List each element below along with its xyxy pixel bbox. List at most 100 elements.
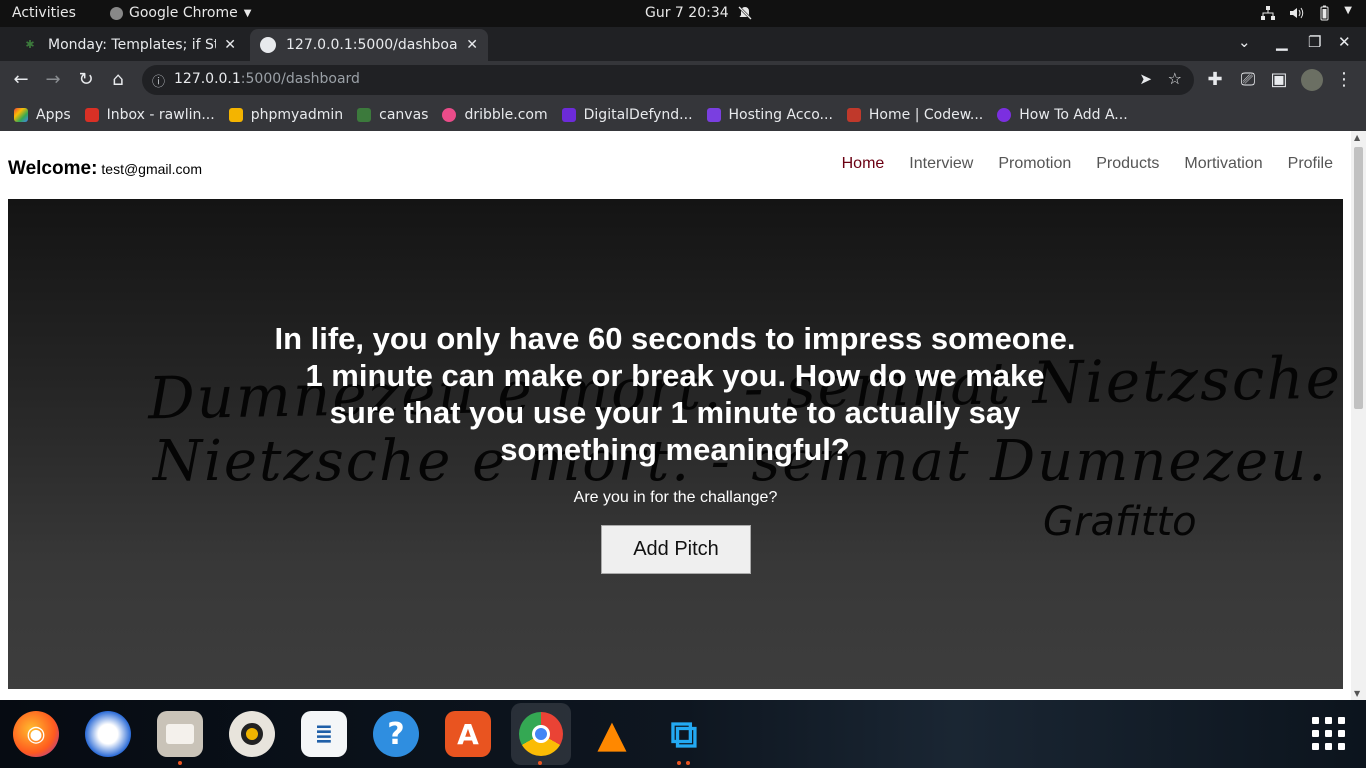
bookmark-label: Apps [36,107,71,123]
hero-subtitle: Are you in for the challange? [573,489,778,506]
bookmark-codewars[interactable]: Home | Codew... [846,107,984,123]
bookmark-apps[interactable]: Apps [14,107,71,123]
clock-label: Gur 7 20:34 [645,5,729,21]
cast-icon[interactable]: ⎚ [1237,69,1259,90]
app-center-icon[interactable]: A [445,711,491,757]
nav-profile[interactable]: Profile [1288,155,1333,173]
app-menu[interactable]: Google Chrome ▼ [110,5,251,21]
apps-grid-icon [14,108,28,122]
close-window-button[interactable]: ✕ [1338,33,1351,51]
site-navbar: Welcome: test@gmail.com Home Interview Pr… [0,131,1351,199]
url-path: :5000/dashboard [240,71,360,87]
forward-icon[interactable]: → [42,69,64,90]
codewars-icon [846,108,861,122]
extensions-icon[interactable]: ✚ [1204,69,1226,90]
bookmark-label: Hosting Acco... [728,107,833,123]
add-pitch-button[interactable]: Add Pitch [601,525,751,574]
battery-icon [1320,5,1329,21]
maximize-button[interactable]: ❐ [1308,33,1321,51]
thunderbird-icon[interactable] [85,711,131,757]
system-tray[interactable]: ▼ [1260,5,1352,21]
nav-promotion[interactable]: Promotion [998,155,1071,173]
bookmark-inbox[interactable]: Inbox - rawlin... [84,107,215,123]
nav-home[interactable]: Home [842,155,885,173]
tab-active[interactable]: 127.0.0.1:5000/dashboard ✕ [250,29,488,61]
canvas-icon [357,108,372,122]
running-indicator [686,761,690,765]
send-tab-icon[interactable]: ➤ [1139,70,1152,88]
activities-button[interactable]: Activities [12,5,76,21]
bookmark-label: phpmyadmin [250,107,344,123]
canvas-favicon-icon: ✱ [25,38,35,51]
address-bar[interactable]: ⓘ 127.0.0.1:5000/dashboard ➤ ☆ [142,65,1194,95]
volume-icon [1290,7,1304,19]
back-icon[interactable]: ← [10,69,32,90]
bookmark-label: How To Add A... [1019,107,1128,123]
tab-search-icon[interactable]: ⌄ [1238,33,1251,51]
hosting-icon [706,108,721,122]
bookmark-label: dribble.com [464,107,548,123]
bookmark-digitaldefynd[interactable]: DigitalDefynd... [561,107,693,123]
files-icon[interactable] [157,711,203,757]
url-text: 127.0.0.1:5000/dashboard [174,71,360,87]
side-panel-icon[interactable]: ▣ [1268,69,1290,90]
profile-avatar[interactable] [1301,69,1323,91]
minimize-button[interactable]: ▁ [1276,33,1288,51]
page-scrollbar[interactable]: ▲ ▼ [1351,131,1366,700]
tab-strip: ✱ Monday: Templates; if Sta ✕ 127.0.0.1:… [0,27,1366,82]
gnome-top-bar: Activities Google Chrome ▼ Gur 7 20:34 ▼ [0,0,1366,27]
bookmark-label: Inbox - rawlin... [106,107,215,123]
vscode-icon[interactable]: ⧉ [661,711,707,757]
vlc-icon[interactable]: ▲ [589,711,635,757]
welcome-message: Welcome: test@gmail.com [8,158,202,180]
nav-products[interactable]: Products [1096,155,1159,173]
scrollbar-thumb[interactable] [1354,147,1363,409]
chrome-dock-item[interactable] [511,703,571,765]
chrome-icon [519,712,563,756]
running-indicator [538,761,542,765]
network-icon [1261,6,1276,20]
tab-inactive[interactable]: ✱ Monday: Templates; if Sta ✕ [12,29,246,61]
bookmark-canvas[interactable]: canvas [357,107,428,123]
tab-title: 127.0.0.1:5000/dashboard [286,37,459,53]
bookmark-phpmyadmin[interactable]: phpmyadmin [228,107,344,123]
bookmark-label: canvas [379,107,429,123]
chrome-small-icon [110,6,123,20]
bookmark-label: Home | Codew... [868,107,984,123]
close-tab-icon[interactable]: ✕ [466,37,478,53]
bookmark-hosting[interactable]: Hosting Acco... [706,107,833,123]
phpmyadmin-icon [228,108,243,122]
help-icon[interactable]: ? [373,711,419,757]
nav-links: Home Interview Promotion Products Mortiv… [817,155,1333,173]
dribbble-icon [442,108,457,122]
firefox-icon[interactable]: ◉ [13,711,59,757]
reload-icon[interactable]: ↻ [75,69,97,90]
writer-icon[interactable]: ≣ [301,711,347,757]
show-applications-icon[interactable] [1312,717,1346,751]
scroll-down-icon[interactable]: ▼ [1354,689,1360,698]
running-indicator [677,761,681,765]
hero-quote: In life, you only have 60 seconds to imp… [274,321,1076,467]
scroll-up-icon[interactable]: ▲ [1354,133,1360,142]
rhythmbox-icon[interactable] [229,711,275,757]
bookmark-how-to-add[interactable]: How To Add A... [997,107,1128,123]
bookmark-star-icon[interactable]: ☆ [1168,69,1182,88]
tab-title: Monday: Templates; if Sta [48,37,217,53]
close-tab-icon[interactable]: ✕ [224,37,236,53]
app-menu-label: Google Chrome [129,5,238,21]
globe-icon [260,37,276,53]
nav-interview[interactable]: Interview [909,155,973,173]
clock[interactable]: Gur 7 20:34 [645,5,753,21]
notifications-muted-icon [737,6,752,20]
chrome-menu-icon[interactable]: ⋮ [1333,69,1355,90]
home-icon[interactable]: ⌂ [107,69,129,90]
url-host: 127.0.0.1 [174,71,241,87]
nav-mortivation[interactable]: Mortivation [1184,155,1262,173]
bookmark-dribbble[interactable]: dribble.com [442,107,548,123]
bookmarks-bar: Apps Inbox - rawlin... phpmyadmin canvas… [0,99,1366,131]
digitaldefynd-icon [561,108,576,122]
running-indicator [178,761,182,765]
bookmark-label: DigitalDefynd... [583,107,693,123]
site-info-icon[interactable]: ⓘ [152,71,165,90]
user-email: test@gmail.com [101,161,202,177]
